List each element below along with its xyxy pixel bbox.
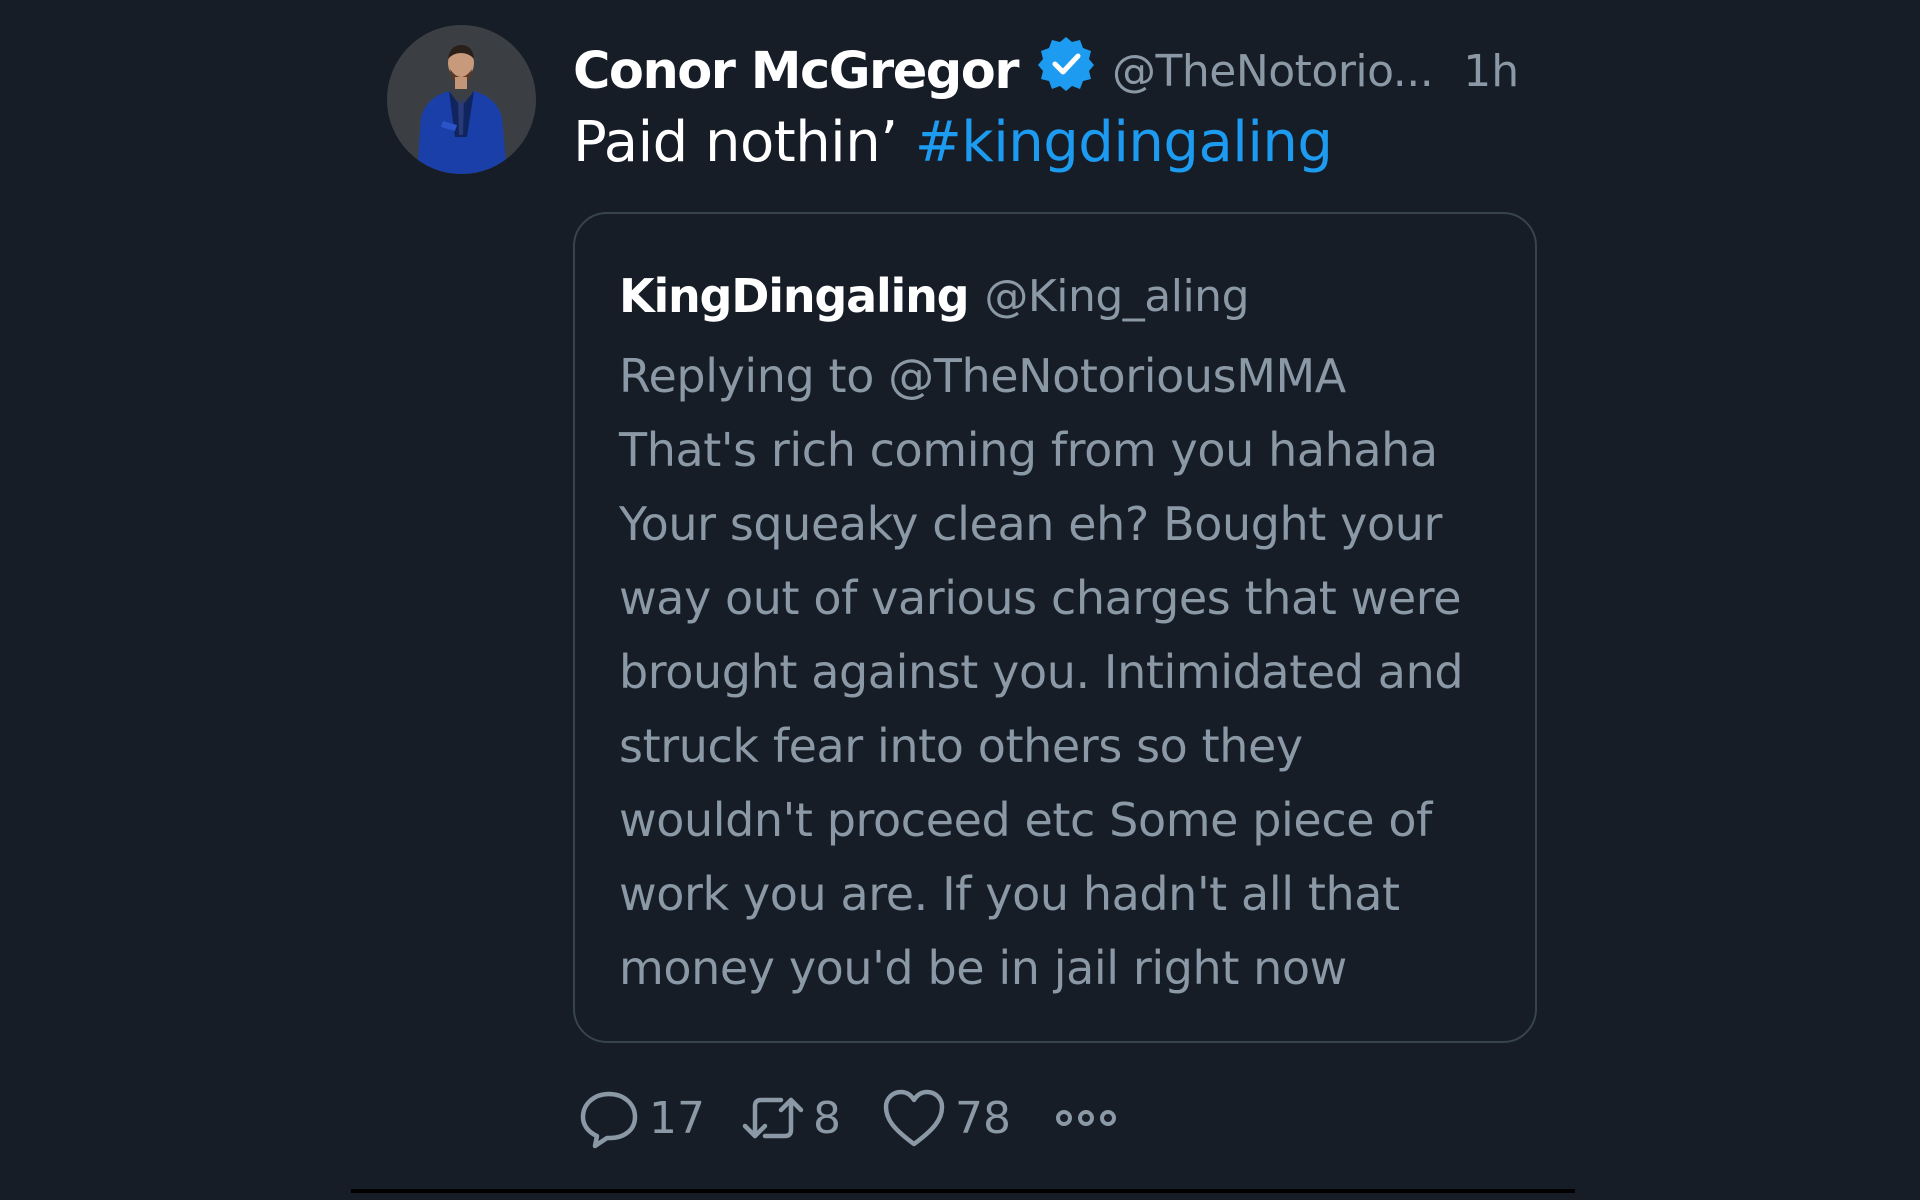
like-count: 78 [955,1092,1011,1144]
quoted-text-line: wouldn't proceed etc Some piece of [619,793,1432,847]
divider [351,1189,1575,1193]
replying-to-text: Replying to @TheNotoriousMMA [619,349,1346,403]
tweet-actions: 17 8 78 [577,1086,1119,1150]
verified-badge-icon [1036,34,1096,94]
more-icon [1056,1110,1116,1126]
heart-icon [883,1089,945,1147]
reply-count: 17 [649,1092,705,1144]
quoted-author-name: KingDingaling [619,269,970,323]
timestamp[interactable]: 1h [1463,46,1519,97]
retweet-count: 8 [813,1092,841,1144]
quoted-text-line: brought against you. Intimidated and [619,645,1464,699]
reply-icon [580,1091,638,1149]
quoted-text-line: That's rich coming from you hahaha [619,423,1438,477]
retweet-button[interactable]: 8 [741,1086,841,1150]
hashtag-link[interactable]: #kingdingaling [915,110,1333,175]
like-button[interactable]: 78 [881,1086,1011,1150]
author-name[interactable]: Conor McGregor [573,42,1020,101]
retweet-icon [742,1097,804,1139]
quoted-text-line: struck fear into others so they [619,719,1303,773]
tweet-header: Conor McGregor @TheNotorio... 1h [573,36,1519,106]
tweet-body: Paid nothin’ [573,110,915,175]
more-button[interactable] [1053,1098,1119,1138]
quoted-text-line: work you are. If you hadn't all that [619,867,1400,921]
tweet-text: Paid nothin’ #kingdingaling [573,106,1333,180]
quoted-text-line: way out of various charges that were [619,571,1462,625]
quoted-tweet-header: KingDingaling @King_aling [619,266,1249,326]
avatar[interactable] [387,25,536,174]
tweet[interactable]: Conor McGregor @TheNotorio... 1h Paid no… [351,0,1575,1194]
quoted-text-line: money you'd be in jail right now [619,941,1347,995]
quoted-author-handle: @King_aling [984,270,1249,322]
author-handle[interactable]: @TheNotorio... [1112,46,1434,97]
reply-button[interactable]: 17 [577,1086,705,1150]
quoted-tweet[interactable]: KingDingaling @King_aling Replying to @T… [573,212,1537,1043]
quoted-text-line: Your squeaky clean eh? Bought your [619,497,1443,551]
